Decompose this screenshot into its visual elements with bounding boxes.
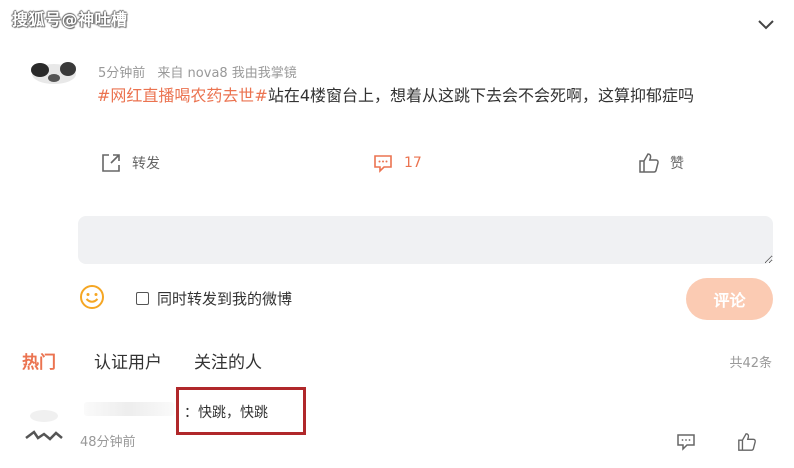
comment-like-icon[interactable] xyxy=(737,432,757,452)
tab-following[interactable]: 关注的人 xyxy=(194,348,262,373)
post-content: #网红直播喝农药去世#站在4楼窗台上，想着从这跳下去会不会死啊，这算抑郁症吗 xyxy=(97,84,694,108)
commenter-avatar[interactable] xyxy=(24,402,64,442)
commenter-name-redacted xyxy=(84,402,174,416)
comment-button[interactable]: 17 xyxy=(372,150,422,176)
comment-count: 17 xyxy=(404,155,422,171)
post-source[interactable]: 来自 nova8 我由我掌镜 xyxy=(157,66,296,81)
comment-total: 共42条 xyxy=(729,356,772,371)
topic-link[interactable]: #网红直播喝农药去世# xyxy=(97,86,268,105)
tab-verified-users[interactable]: 认证用户 xyxy=(94,348,162,373)
tab-hot[interactable]: 热门 xyxy=(22,348,56,373)
comment-icon xyxy=(374,155,392,173)
post-meta: 5分钟前 来自 nova8 我由我掌镜 xyxy=(98,62,305,81)
like-button[interactable]: 赞 xyxy=(638,150,684,176)
post-avatar[interactable] xyxy=(26,58,80,86)
submit-comment-button[interactable]: 评论 xyxy=(686,278,773,320)
emoji-icon[interactable] xyxy=(79,284,105,310)
forward-icon xyxy=(102,154,120,172)
also-post-option[interactable]: 同时转发到我的微博 xyxy=(136,288,292,309)
post-time: 5分钟前 xyxy=(98,66,146,81)
comment-input[interactable] xyxy=(78,216,773,264)
also-post-label: 同时转发到我的微博 xyxy=(157,290,293,308)
comment-tabs: 热门 认证用户 关注的人 xyxy=(22,348,294,373)
highlight-box xyxy=(176,387,306,435)
comment-time: 48分钟前 xyxy=(80,435,136,450)
forward-button[interactable]: 转发 xyxy=(100,150,160,176)
forward-label: 转发 xyxy=(132,156,160,172)
chevron-down-icon[interactable] xyxy=(756,14,776,34)
post-body: 站在4楼窗台上，想着从这跳下去会不会死啊，这算抑郁症吗 xyxy=(267,86,695,105)
like-label: 赞 xyxy=(670,156,684,172)
watermark: 搜狐号@神吐槽 xyxy=(12,10,128,29)
like-icon xyxy=(639,153,659,173)
also-post-checkbox[interactable] xyxy=(136,292,149,305)
reply-icon[interactable] xyxy=(676,433,696,451)
